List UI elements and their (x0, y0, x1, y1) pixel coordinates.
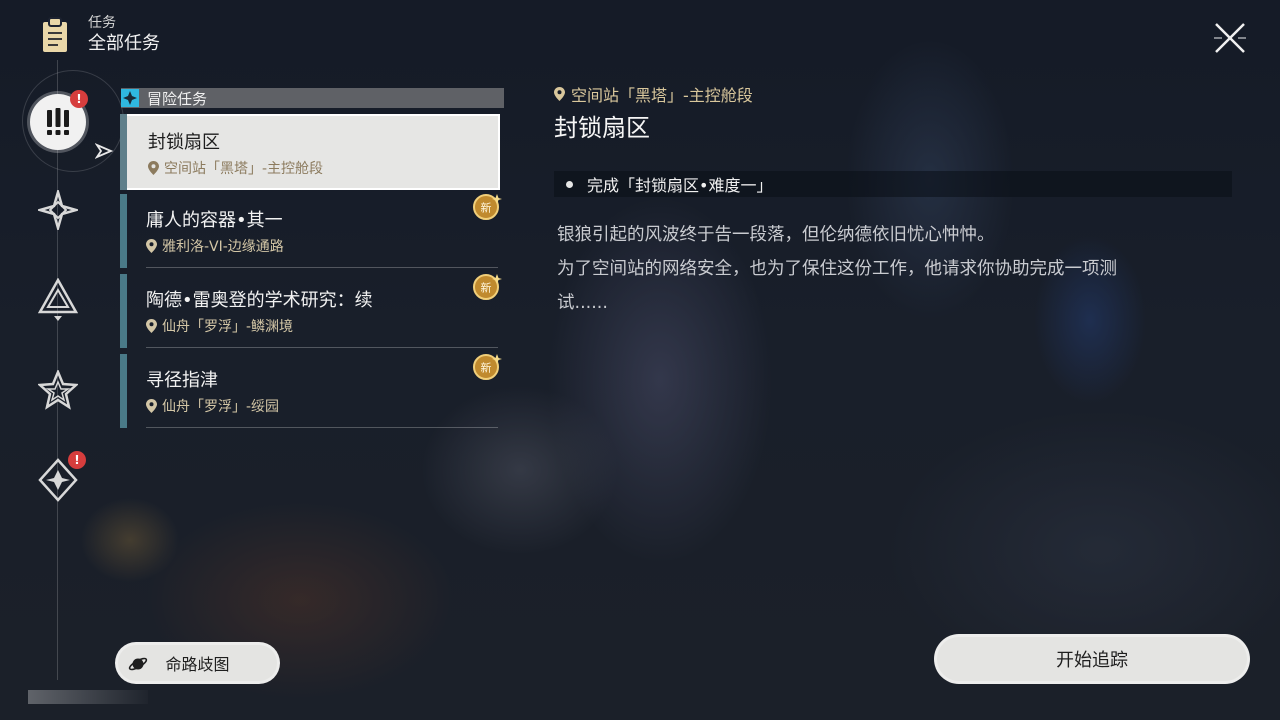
new-badge-icon: 新 (473, 194, 502, 220)
new-badge-label: 新 (481, 201, 492, 215)
quest-item[interactable]: 寻径指津 仙舟「罗浮」-绥园 新 (120, 354, 502, 428)
new-badge-icon: 新 (473, 274, 502, 300)
quest-location: 空间站「黑塔」-主控舱段 (148, 158, 323, 178)
quest-title: 寻径指津 (146, 370, 218, 391)
quest-objective: 完成「封锁扇区•难度一」 (554, 171, 1232, 197)
quest-divider (146, 267, 498, 268)
quest-location: 仙舟「罗浮」-绥园 (146, 396, 279, 416)
quest-divider (146, 347, 498, 348)
quest-description: 银狼引起的风波终于告一段落，但伦纳德依旧忧心忡忡。 为了空间站的网络安全，也为了… (557, 218, 1217, 320)
location-pin-icon (146, 239, 157, 253)
objective-text: 完成「封锁扇区•难度一」 (587, 176, 773, 195)
diamond-star-icon (38, 190, 78, 230)
adventure-category-icon (121, 89, 139, 107)
path-map-button[interactable]: 命路歧图 (115, 642, 280, 684)
quest-location-text: 空间站「黑塔」-主控舱段 (164, 161, 324, 177)
description-line: 为了空间站的网络安全，也为了保住这份工作，他请求你协助完成一项测 (557, 259, 1117, 279)
selection-arrow-icon (94, 141, 115, 165)
quest-location: 仙舟「罗浮」-鳞渊境 (146, 316, 293, 336)
header: 任务 全部任务 (40, 14, 160, 56)
close-button[interactable] (1212, 20, 1248, 56)
location-pin-icon (554, 87, 565, 101)
quest-location-text: 雅利洛-VI-边缘通路 (162, 239, 284, 255)
quest-accent-bar (120, 274, 127, 348)
detail-title: 封锁扇区 (554, 114, 650, 142)
detail-location: 空间站「黑塔」-主控舱段 (554, 82, 753, 106)
start-tracking-label: 开始追踪 (1056, 650, 1128, 671)
quest-title: 陶德•雷奥登的学术研究：续 (146, 290, 373, 311)
exclamation-icon (47, 108, 69, 135)
quest-item-selected[interactable]: 封锁扇区 空间站「黑塔」-主控舱段 (120, 114, 500, 190)
detail-location-text: 空间站「黑塔」-主控舱段 (571, 86, 753, 105)
tab-event-quests[interactable] (34, 366, 82, 414)
star-icon (38, 370, 78, 410)
quest-item[interactable]: 陶德•雷奥登的学术研究：续 仙舟「罗浮」-鳞渊境 新 (120, 274, 502, 348)
quest-accent-bar (120, 114, 127, 190)
bottom-gauge (28, 690, 148, 704)
new-badge-label: 新 (481, 281, 492, 295)
category-label: 冒险任务 (147, 89, 208, 108)
new-badge-icon: 新 (473, 354, 502, 380)
quest-location: 雅利洛-VI-边缘通路 (146, 236, 284, 256)
tab-trailblaze-quests[interactable] (34, 186, 82, 234)
location-pin-icon (148, 161, 159, 175)
header-sub-label: 任务 (88, 15, 116, 31)
planet-orbit-icon (128, 657, 148, 671)
location-pin-icon (146, 399, 157, 413)
quest-location-text: 仙舟「罗浮」-绥园 (162, 399, 280, 415)
tab-companion-quests[interactable] (34, 276, 82, 324)
description-line: 银狼引起的风波终于告一段落，但伦纳德依旧忧心忡忡。 (557, 225, 995, 245)
triangle-icon (38, 278, 78, 321)
page-title: 全部任务 (88, 33, 160, 54)
alert-badge: ! (70, 90, 88, 108)
quest-accent-bar (120, 354, 127, 428)
category-header: 冒险任务 (121, 88, 504, 108)
start-tracking-button[interactable]: 开始追踪 (934, 634, 1250, 684)
quest-accent-bar (120, 194, 127, 268)
description-line: 试...... (557, 293, 608, 313)
close-icon (1214, 23, 1246, 53)
location-pin-icon (146, 319, 157, 333)
quest-divider (146, 427, 498, 428)
objective-bullet (566, 180, 573, 188)
quest-title: 庸人的容器•其一 (146, 210, 283, 231)
path-map-label: 命路歧图 (165, 655, 230, 674)
quest-title: 封锁扇区 (148, 132, 220, 153)
alert-badge: ! (68, 451, 86, 469)
quest-item[interactable]: 庸人的容器•其一 雅利洛-VI-边缘通路 新 (120, 194, 502, 268)
clipboard-icon (40, 16, 70, 54)
quest-location-text: 仙舟「罗浮」-鳞渊境 (162, 319, 294, 335)
new-badge-label: 新 (481, 361, 492, 375)
